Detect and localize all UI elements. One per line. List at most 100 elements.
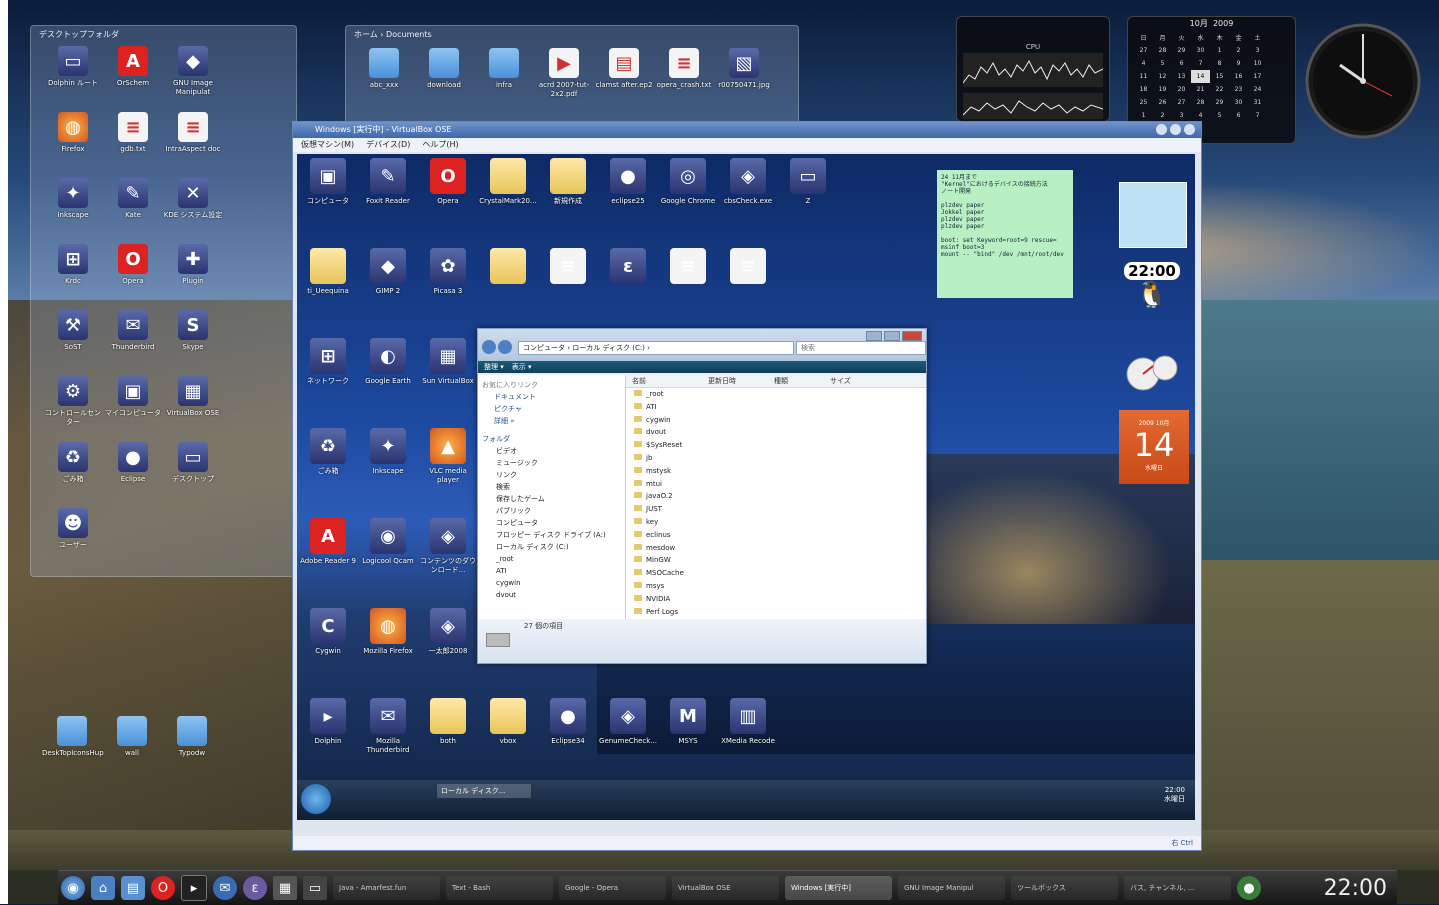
guest-desktop-icon[interactable]: ▣ コンピュータ [299,158,357,206]
guest-desktop-icon[interactable]: ti_Ueequina [299,248,357,296]
guest-desktop-icon[interactable]: ≡ [539,248,597,287]
minimize-button[interactable] [866,331,882,341]
desktop-icon-item[interactable]: ◍ Firefox [43,112,103,154]
document-icon-item[interactable]: ▧ r00750471.jpg [714,48,774,90]
desktop-icon-item[interactable]: ▭ Dolphin ルート [43,46,103,88]
guest-desktop-icon[interactable]: ◈ cbsCheck.exe [719,158,777,206]
document-icon-item[interactable]: download [414,48,474,90]
guest-desktop-icon[interactable]: ▸ Dolphin [299,698,357,746]
opera-icon[interactable]: O [151,876,175,900]
taskbar-task[interactable]: Text - Bash [446,876,553,900]
taskbar-task[interactable]: ツールボックス [1011,876,1118,900]
menu-item[interactable]: デバイス(D) [366,138,410,152]
file-row[interactable]: $SysReset [626,439,926,452]
calendar-day[interactable]: 23 [1229,83,1248,96]
file-row[interactable]: javaO.2 [626,490,926,503]
favorite-link[interactable]: 詳細 » [482,415,621,427]
file-row[interactable]: dvout [626,426,926,439]
desktop-icon-item[interactable]: DeskTopIconsHup [42,716,104,758]
calendar-day[interactable]: 6 [1229,109,1248,122]
calendar-day[interactable]: 30 [1191,44,1210,57]
file-row[interactable]: JUST [626,503,926,516]
calendar-day[interactable]: 8 [1210,57,1229,70]
document-icon-item[interactable]: infra [474,48,534,90]
calendar-day[interactable]: 12 [1153,70,1172,83]
guest-desktop-icon[interactable]: ≡ [719,248,777,287]
calendar-day[interactable]: 9 [1229,57,1248,70]
calendar-gadget[interactable]: 2009 10月 14 水曜日 [1119,410,1189,484]
desktop-folderview[interactable]: デスクトップフォルダ ▭ Dolphin ルート A OrSchem ◆ GNU Imag… [30,25,297,577]
desktop-icon-item[interactable]: ⚙ コントロールセンター [43,376,103,427]
desktop-icon-item[interactable]: ⚒ SoST [43,310,103,352]
guest-desktop-icon[interactable]: ◈ コンテンツのダウンロード... [419,518,477,575]
document-icon-item[interactable]: ▶ acrd 2007-tut-2x2.pdf [534,48,594,99]
tree-item[interactable]: dvout [482,589,621,601]
file-manager-icon[interactable]: ▤ [121,876,145,900]
desktop-icon-item[interactable]: O Opera [103,244,163,286]
calendar-day[interactable]: 30 [1229,96,1248,109]
file-row[interactable]: NVIDIA [626,593,926,606]
file-row[interactable]: mesdow [626,542,926,555]
desktop-icon-item[interactable]: ≡ IntraAspect doc [163,112,223,154]
desktop-icon-item[interactable]: ≡ gdb.txt [103,112,163,154]
file-row[interactable]: MSOCache [626,567,926,580]
guest-desktop-icon[interactable]: ε [599,248,657,287]
desktop-icon-item[interactable]: ● Eclipse [103,442,163,484]
address-bar[interactable]: コンピュータ › ローカル ディスク (C:) › [518,341,794,355]
minimize-button[interactable] [1156,124,1167,135]
pager-icon[interactable]: ▦ [273,876,297,900]
guest-desktop-icon[interactable]: C Cygwin [299,608,357,656]
menu-item[interactable]: 仮想マシン(M) [301,138,354,152]
file-row[interactable]: jb [626,452,926,465]
calendar-day[interactable]: 17 [1248,70,1267,83]
calendar-day[interactable]: 5 [1210,109,1229,122]
tree-item[interactable]: パブリック [482,505,621,517]
desktop-icon-item[interactable]: ▦ VirtualBox OSE [163,376,223,418]
guest-desktop-icon[interactable]: ▦ Sun VirtualBox [419,338,477,386]
desktop-icon-item[interactable]: ⊞ Krdc [43,244,103,286]
guest-desktop-icon[interactable]: ✿ Picasa 3 [419,248,477,296]
calendar-day[interactable]: 29 [1172,44,1191,57]
calendar-day[interactable]: 14 [1191,70,1210,83]
calendar-day[interactable]: 27 [1134,44,1153,57]
guest-desktop-icon[interactable]: O Opera [419,158,477,206]
calendar-day[interactable]: 15 [1210,70,1229,83]
file-list[interactable]: 名前 更新日時 種類 サイズ _root ATI cygwin dvout $SysReset… [626,375,926,619]
tree-item[interactable]: ローカル ディスク (C:) [482,541,621,553]
guest-desktop-icon[interactable]: ✎ Foxit Reader [359,158,417,206]
calendar-day[interactable]: 7 [1248,109,1267,122]
guest-desktop-icon[interactable]: ◆ GIMP 2 [359,248,417,296]
taskbar-task[interactable]: Java - Amarfest.fun [333,876,440,900]
guest-desktop-icon[interactable]: ◈ 一太郎2008 [419,608,477,656]
column-header[interactable]: 種類 [768,375,824,387]
file-row[interactable]: Perf Logs [626,606,926,619]
taskbar-task[interactable]: GNU Image Manipul [898,876,1005,900]
calendar-day[interactable]: 21 [1191,83,1210,96]
tree-item[interactable]: リンク [482,469,621,481]
guest-desktop-icon[interactable]: ▥ XMedia Recode [719,698,777,746]
tree-item[interactable]: cygwin [482,577,621,589]
calendar-day[interactable]: 13 [1172,70,1191,83]
search-input[interactable]: 検索 [796,341,926,355]
file-explorer-window[interactable]: コンピュータ › ローカル ディスク (C:) › 検索 整理 ▾ 表示 ▾ お気… [477,328,927,664]
desktop-icon-item[interactable]: ✦ Inkscape [43,178,103,220]
virtualbox-window[interactable]: Windows [実行中] - VirtualBox OSE 仮想マシン(M) デ… [292,121,1202,851]
document-icon-item[interactable]: ≡ opera_crash.txt [654,48,714,90]
calendar-day[interactable]: 11 [1134,70,1153,83]
tree-item[interactable]: 保存したゲーム [482,493,621,505]
slideshow-gadget[interactable] [1119,182,1187,248]
calendar-day[interactable]: 27 [1172,96,1191,109]
calendar-day[interactable]: 10 [1248,57,1267,70]
system-monitor-widget[interactable]: CPU [956,16,1110,122]
column-header[interactable]: サイズ [824,375,890,387]
file-row[interactable]: key [626,516,926,529]
desktop-icon-item[interactable]: ▣ マイコンピュータ [103,376,163,418]
meter-gadget[interactable] [1125,354,1179,394]
desktop-icon-item[interactable]: ☻ ユーザー [43,508,103,550]
guest-desktop-icon[interactable]: ♻ ごみ箱 [299,428,357,476]
back-button[interactable] [482,340,496,354]
desktop-icon-item[interactable]: ♻ ごみ箱 [43,442,103,484]
close-button[interactable] [902,331,922,341]
guest-desktop-icon[interactable]: ◍ Mozilla Firefox [359,608,417,656]
desktop-icon-item[interactable]: ✉ Thunderbird [103,310,163,352]
